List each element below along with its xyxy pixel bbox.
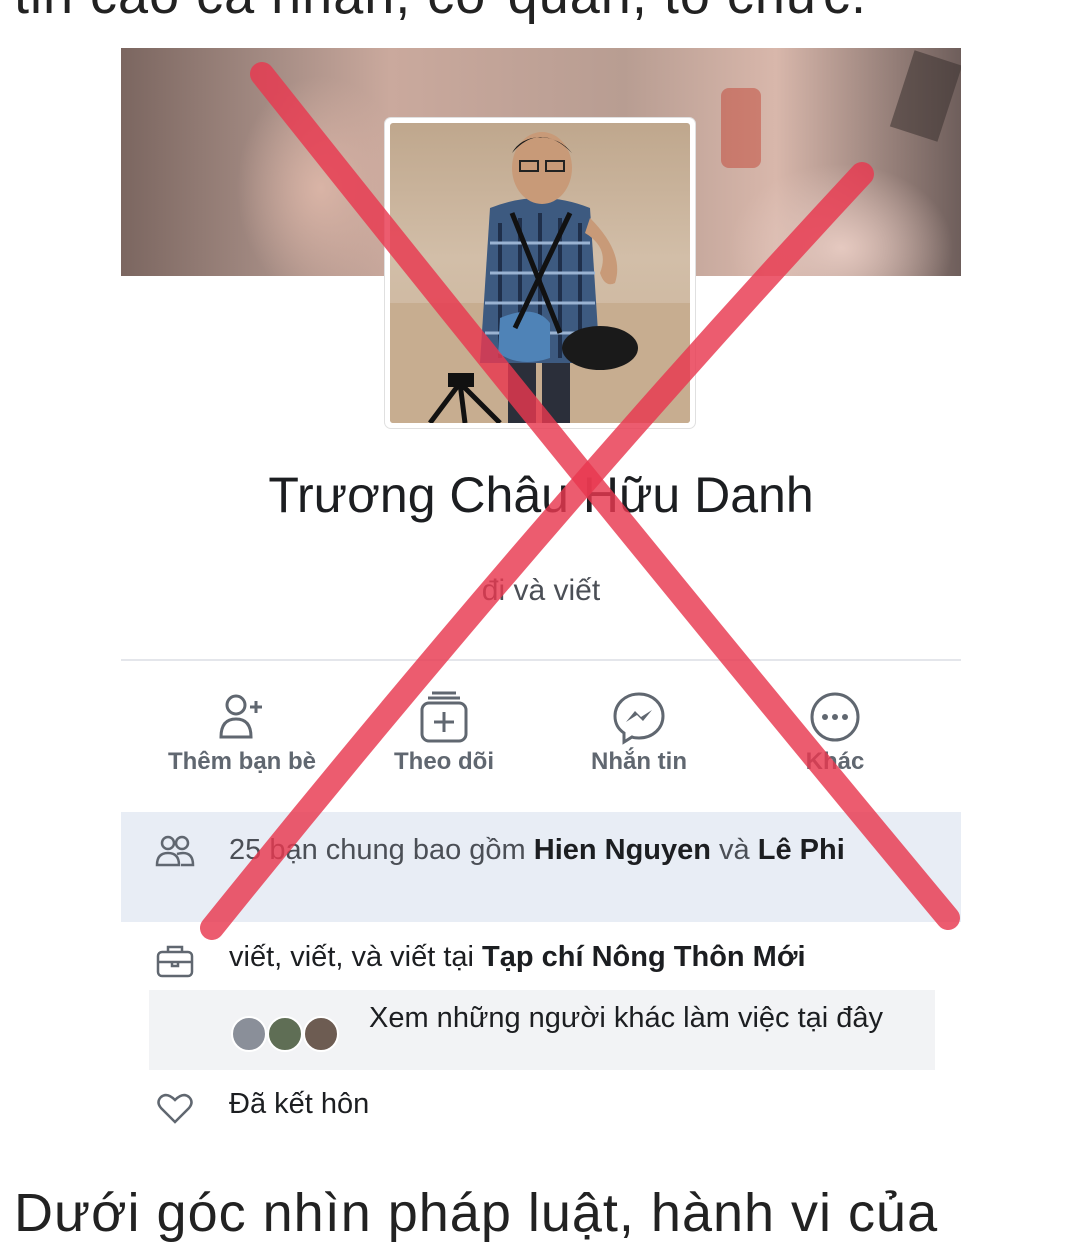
more-icon [810,692,860,742]
add-friend-button[interactable]: Thêm bạn bè [157,688,327,776]
coworkers-row[interactable]: Xem những người khác làm việc tại đây [149,990,935,1070]
work-description: viết, viết, và viết tại [229,941,483,973]
briefcase-icon [156,945,194,978]
facebook-profile-screenshot: Trương Châu Hữu Danh đi và viết Thêm bạn… [121,48,961,1154]
friends-icon [155,835,195,867]
profile-picture[interactable] [385,118,695,428]
message-label: Nhắn tin [591,748,687,775]
messenger-icon [613,692,665,745]
cover-decoration-cup [721,88,761,168]
message-button[interactable]: Nhắn tin [554,688,724,776]
mutual-friends-joiner: và [711,834,758,866]
article-text-top: tin cao cá nhân, cơ quan, tổ chức. [14,0,867,26]
coworker-avatar [267,1016,303,1052]
profile-picture-image [390,123,690,423]
coworker-avatar [231,1016,267,1052]
coworker-avatar [303,1016,339,1052]
relationship-status: Đã kết hôn [229,1088,370,1120]
mutual-friend-link-2[interactable]: Lê Phi [758,834,845,866]
follow-label: Theo dõi [394,748,494,775]
employer-link[interactable]: Tạp chí Nông Thôn Mới [482,941,805,973]
add-friend-label: Thêm bạn bè [167,748,317,775]
mutual-friends-row[interactable]: 25 bạn chung bao gồm Hien Nguyen và Lê P… [121,812,961,922]
person-photo-illustration [390,132,690,423]
section-divider [121,659,961,661]
article-text-bottom: Dưới góc nhìn pháp luật, hành vi của [14,1183,939,1243]
mutual-friend-link-1[interactable]: Hien Nguyen [534,834,711,866]
cover-decoration [889,50,961,142]
mutual-friends-text: 25 bạn chung bao gồm Hien Nguyen và Lê P… [229,832,869,868]
follow-icon [420,691,468,743]
profile-name: Trương Châu Hữu Danh [268,467,814,523]
mutual-friends-count: 25 bạn chung bao gồm [229,834,534,866]
follow-button[interactable]: Theo dõi [359,688,529,776]
work-info: viết, viết, và viết tại Tạp chí Nông Thô… [229,941,806,974]
heart-icon [157,1093,193,1124]
coworkers-text: Xem những người khác làm việc tại đây [369,1002,884,1034]
more-label: Khác [805,748,865,775]
profile-bio: đi và viết [481,574,601,607]
add-friend-icon [219,694,262,739]
more-button[interactable]: Khác [750,688,920,776]
